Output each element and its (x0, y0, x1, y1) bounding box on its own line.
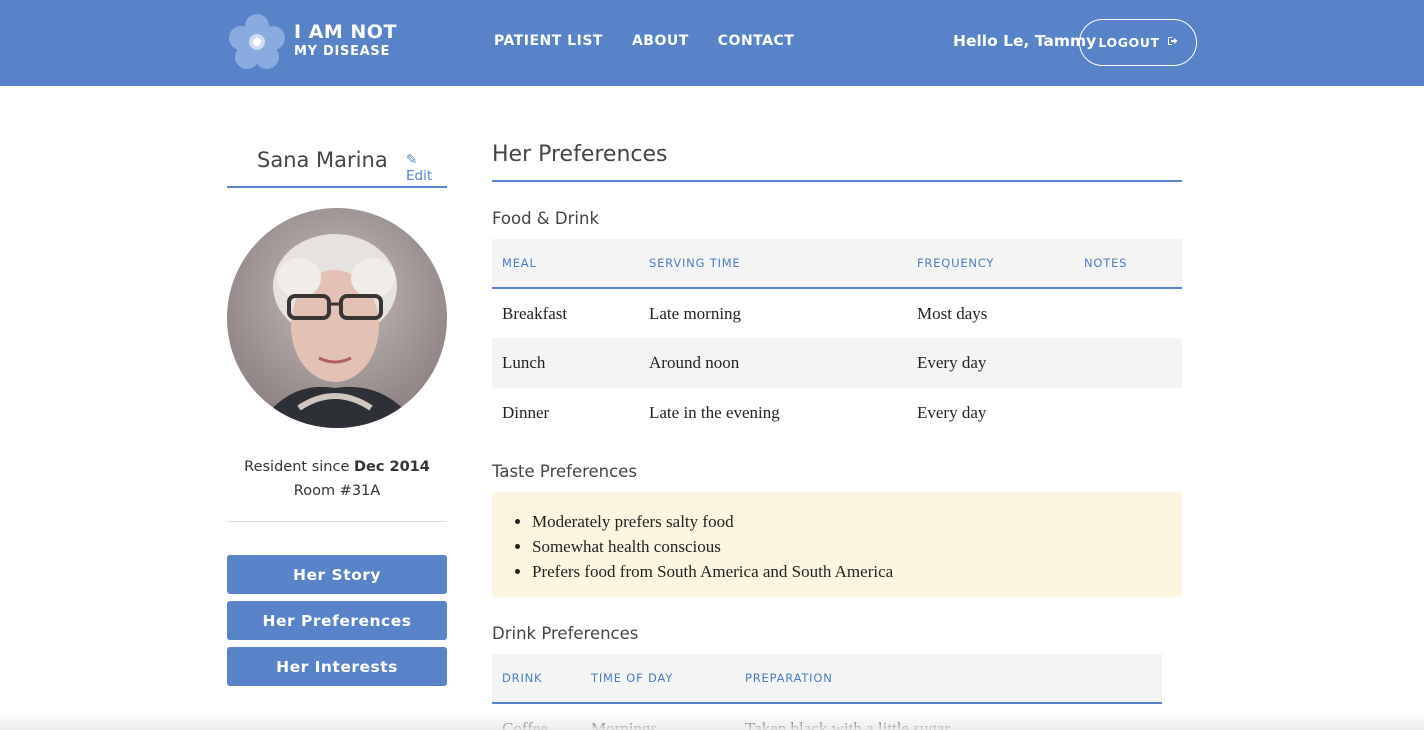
sign-out-icon (1167, 36, 1178, 49)
patient-name: Sana Marina (257, 148, 388, 172)
drink-preferences-heading: Drink Preferences (492, 624, 639, 643)
column-header[interactable]: TIME OF DAY (581, 654, 735, 704)
nav-contact[interactable]: CONTACT (718, 33, 795, 49)
column-header[interactable]: PREPARATION (735, 654, 1162, 704)
resident-since-label: Resident since (244, 459, 350, 475)
sidebar-divider (227, 521, 447, 522)
pencil-icon: ✎ (406, 152, 418, 168)
logo-line-1: I AM NOT (294, 21, 397, 43)
site-logo[interactable]: I AM NOT MY DISEASE (227, 12, 397, 72)
patient-sidebar: Sana Marina ✎ Edit Resident since Dec 20… (227, 140, 447, 686)
table-cell (1074, 288, 1182, 338)
patient-name-row: Sana Marina ✎ Edit (227, 140, 447, 188)
table-cell: Late morning (649, 303, 742, 323)
user-greeting: Hello Le, Tammy (953, 32, 1097, 50)
patient-photo (227, 208, 447, 428)
page-title: Her Preferences (492, 142, 668, 167)
taste-preferences-heading: Taste Preferences (492, 462, 637, 481)
table-header-row: DRINK TIME OF DAY PREPARATION (492, 654, 1162, 704)
column-header[interactable]: NOTES (1074, 239, 1182, 289)
logout-label: LOGOUT (1098, 35, 1160, 50)
food-drink-heading: Food & Drink (492, 209, 600, 228)
table-row: Breakfast Late morning Most days (492, 288, 1182, 338)
table-cell: Late in the evening (649, 403, 780, 422)
column-header[interactable]: SERVING TIME (639, 239, 907, 289)
her-interests-button[interactable]: Her Interests (227, 647, 447, 686)
logo-line-2: MY DISEASE (294, 44, 391, 59)
food-table: MEAL SERVING TIME FREQUENCY NOTES Breakf… (492, 239, 1182, 438)
table-cell: Around noon (649, 353, 740, 372)
her-preferences-button[interactable]: Her Preferences (227, 601, 447, 640)
edit-link[interactable]: ✎ Edit (406, 152, 447, 184)
her-story-button[interactable]: Her Story (227, 555, 447, 594)
table-cell (1074, 338, 1182, 388)
main-nav: PATIENT LIST ABOUT CONTACT (494, 33, 794, 49)
table-row: Dinner Late in the evening Every day (492, 388, 1182, 438)
nav-patient-list[interactable]: PATIENT LIST (494, 33, 603, 49)
table-cell: Lunch (502, 353, 546, 372)
taste-preferences-box: Moderately prefers salty food Somewhat h… (492, 492, 1182, 597)
column-header[interactable]: DRINK (492, 654, 581, 704)
forget-me-not-flower-icon (229, 14, 285, 69)
edit-label: Edit (406, 168, 433, 184)
nav-about[interactable]: ABOUT (632, 33, 689, 49)
table-cell: Most days (917, 303, 988, 323)
table-cell: Every day (917, 353, 987, 372)
table-header-row: MEAL SERVING TIME FREQUENCY NOTES (492, 239, 1182, 289)
logout-button[interactable]: LOGOUT (1079, 19, 1197, 66)
table-cell: Breakfast (502, 303, 568, 323)
resident-info: Resident since Dec 2014 Room #31A (227, 455, 447, 503)
table-row: Lunch Around noon Every day (492, 338, 1182, 388)
top-navbar: I AM NOT MY DISEASE PATIENT LIST ABOUT C… (0, 0, 1424, 86)
bottom-fade-overlay (0, 712, 1424, 730)
table-cell (1074, 388, 1182, 438)
column-header[interactable]: FREQUENCY (907, 239, 1074, 289)
table-cell: Every day (917, 403, 987, 422)
room-number: Room #31A (293, 483, 381, 499)
list-item: Somewhat health conscious (532, 534, 1162, 559)
list-item: Prefers food from South America and Sout… (532, 559, 1162, 584)
table-cell: Dinner (502, 403, 550, 422)
title-rule (492, 180, 1182, 182)
list-item: Moderately prefers salty food (532, 509, 1162, 534)
column-header[interactable]: MEAL (492, 239, 639, 289)
taste-list: Moderately prefers salty food Somewhat h… (532, 509, 1162, 584)
resident-since-date: Dec 2014 (353, 459, 430, 475)
